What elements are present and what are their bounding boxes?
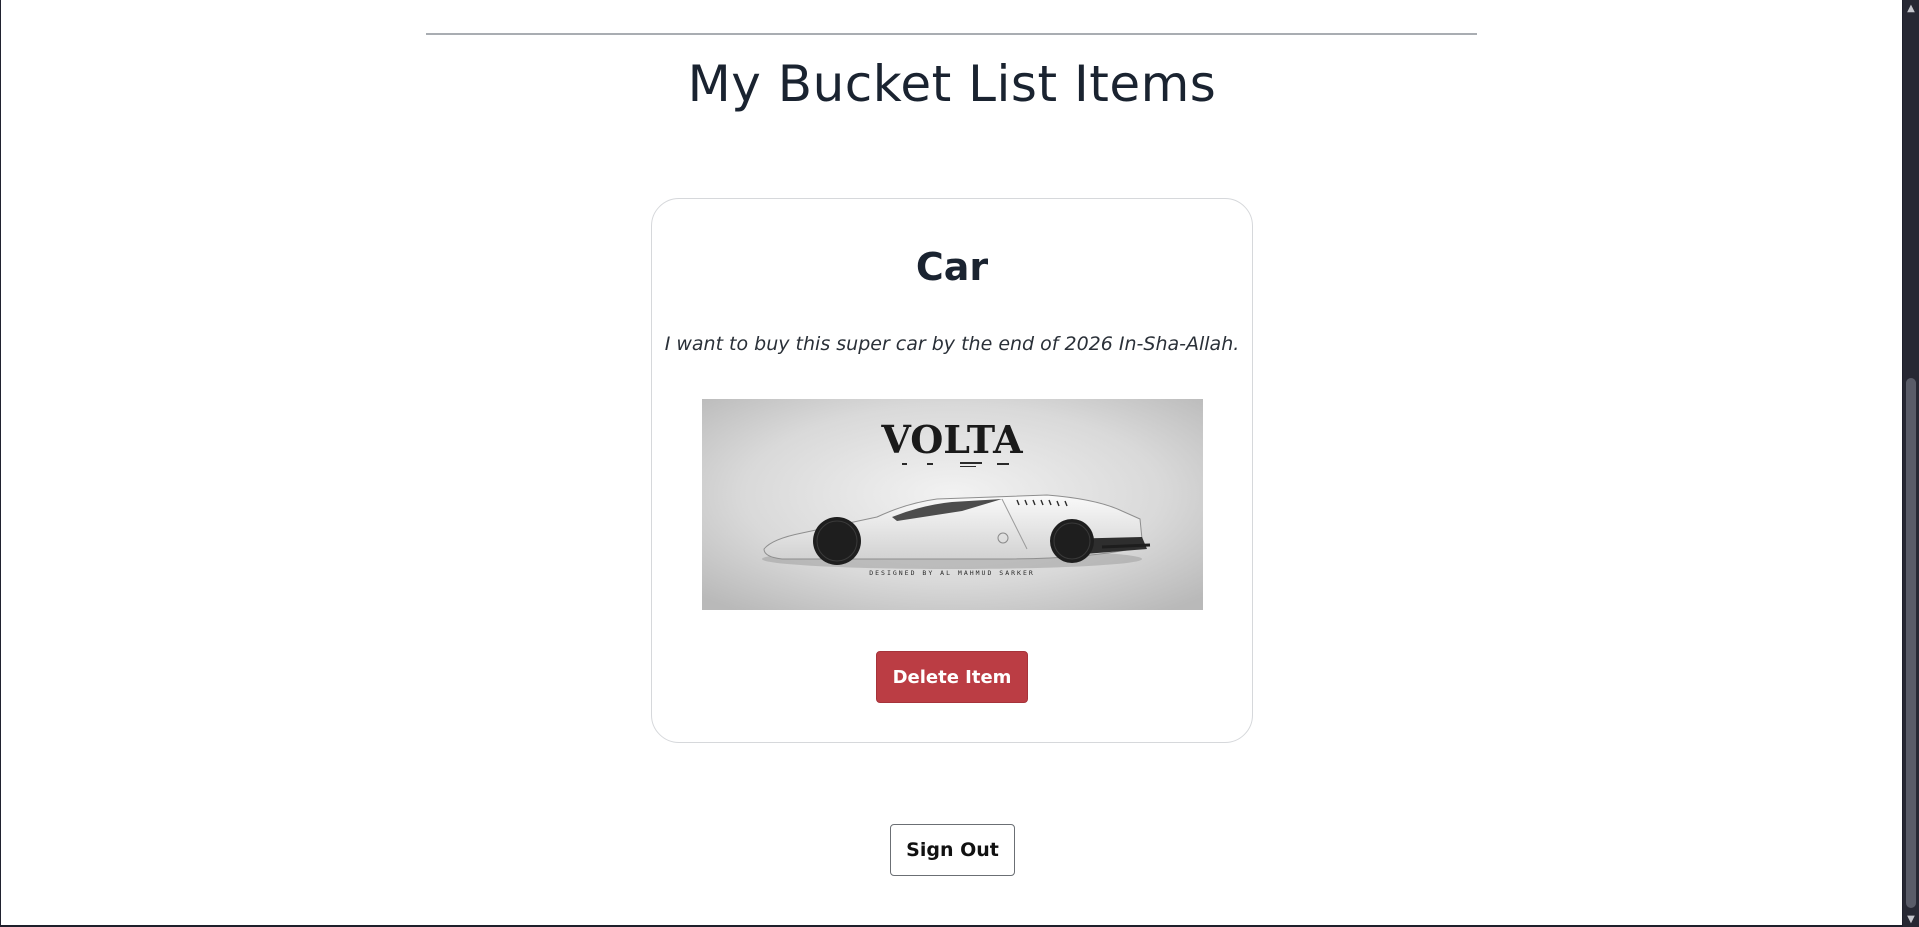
- delete-item-button[interactable]: Delete Item: [876, 651, 1028, 703]
- bucket-list-card: Car I want to buy this super car by the …: [651, 198, 1253, 743]
- page-viewport: My Bucket List Items Car I want to buy t…: [0, 0, 1902, 925]
- chevron-down-icon[interactable]: ▼: [1903, 911, 1919, 927]
- page-title: My Bucket List Items: [687, 55, 1217, 113]
- svg-text:VOLTA: VOLTA: [880, 417, 1023, 462]
- sign-out-button[interactable]: Sign Out: [890, 824, 1015, 876]
- svg-text:DESIGNED BY AL MAHMUD SARKER: DESIGNED BY AL MAHMUD SARKER: [869, 569, 1035, 577]
- card-description: I want to buy this super car by the end …: [664, 333, 1240, 355]
- car-image: VOLTA DESIGNED BY AL MAHMUD SARKER: [702, 399, 1203, 610]
- scrollbar-thumb[interactable]: [1906, 378, 1916, 908]
- card-title: Car: [915, 245, 989, 289]
- chevron-up-icon[interactable]: ▲: [1903, 0, 1919, 16]
- header-divider: [426, 33, 1477, 35]
- vertical-scrollbar[interactable]: ▲ ▼: [1903, 0, 1919, 927]
